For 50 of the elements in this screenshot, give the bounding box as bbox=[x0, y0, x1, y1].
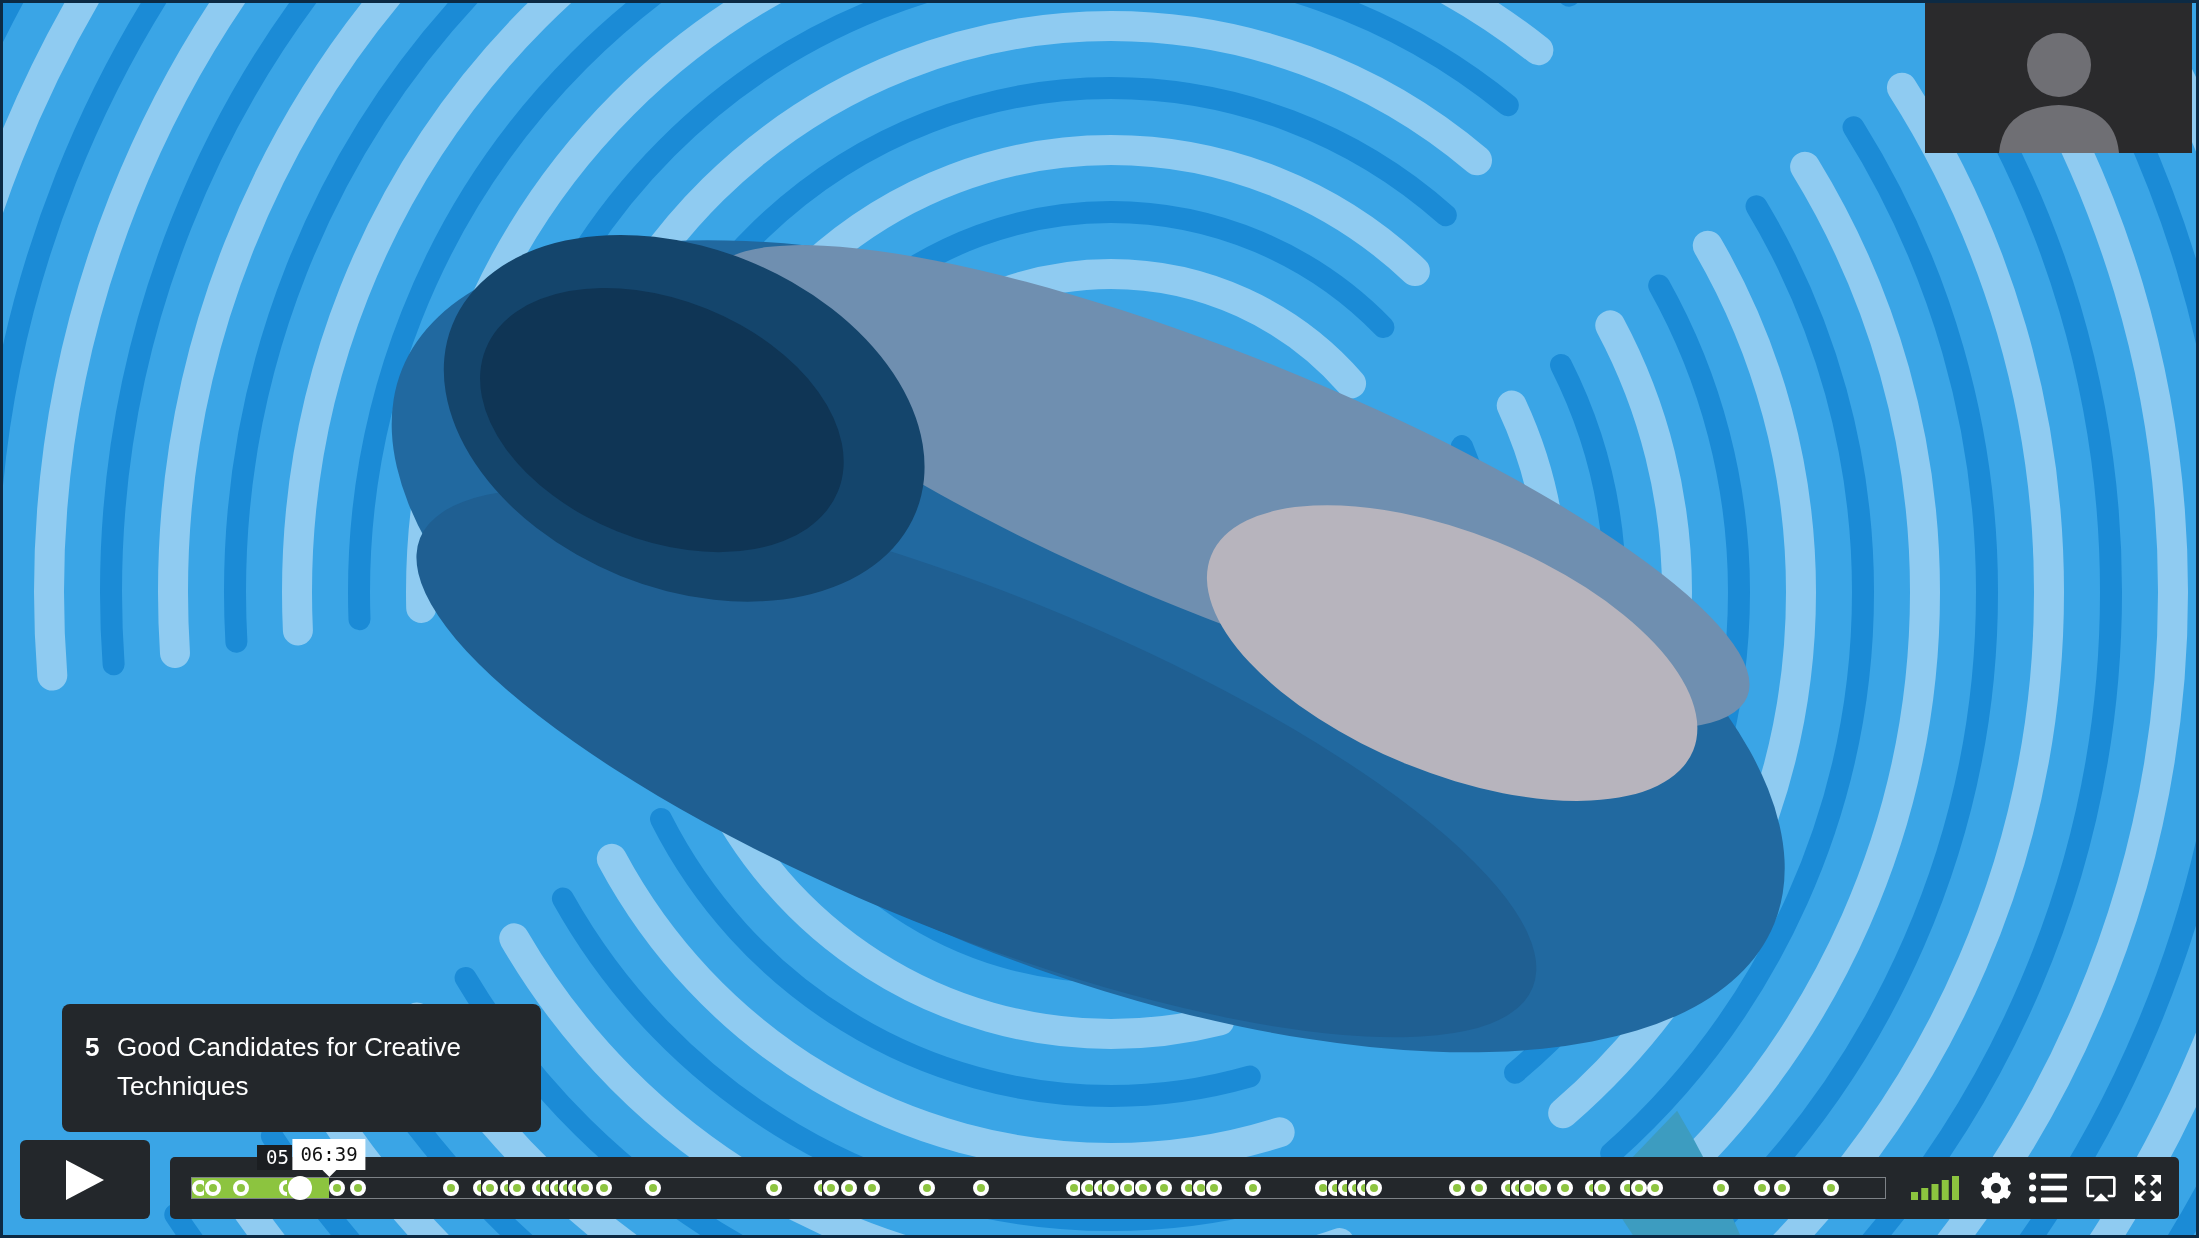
chapter-marker-icon[interactable] bbox=[1754, 1180, 1770, 1196]
chapter-marker-icon[interactable] bbox=[1520, 1180, 1534, 1196]
chapter-number: 5 bbox=[85, 1031, 101, 1064]
fullscreen-button[interactable] bbox=[2135, 1175, 2161, 1201]
chapter-marker-icon[interactable] bbox=[1471, 1180, 1487, 1196]
chapter-marker-icon[interactable] bbox=[1366, 1180, 1382, 1196]
fullscreen-icon bbox=[2135, 1175, 2161, 1201]
chapter-marker-icon[interactable] bbox=[1206, 1180, 1222, 1196]
chapter-marker-icon[interactable] bbox=[1647, 1180, 1663, 1196]
chapter-marker-icon[interactable] bbox=[1315, 1180, 1327, 1196]
chapter-marker-icon[interactable] bbox=[841, 1180, 857, 1196]
chapter-marker-icon[interactable] bbox=[577, 1180, 593, 1196]
chapter-marker-icon[interactable] bbox=[766, 1180, 782, 1196]
chapter-title: Good Candidates for Creative Techniques bbox=[117, 1031, 462, 1103]
playhead-handle[interactable] bbox=[288, 1176, 312, 1200]
chapter-marker-icon[interactable] bbox=[1535, 1180, 1551, 1196]
hover-time-tooltip: 06:39 bbox=[292, 1139, 366, 1177]
chapter-marker-icon[interactable] bbox=[1713, 1180, 1729, 1196]
settings-icon bbox=[1980, 1172, 2012, 1204]
chapter-marker-icon[interactable] bbox=[1594, 1180, 1610, 1196]
chapter-marker-icon[interactable] bbox=[509, 1180, 525, 1196]
chapter-marker-icon[interactable] bbox=[1156, 1180, 1172, 1196]
chapter-marker-icon[interactable] bbox=[482, 1180, 498, 1196]
chapter-marker-icon[interactable] bbox=[1081, 1180, 1093, 1196]
chapter-marker-icon[interactable] bbox=[864, 1180, 880, 1196]
chapter-marker-icon[interactable] bbox=[973, 1180, 989, 1196]
chapter-marker-icon[interactable] bbox=[596, 1180, 612, 1196]
chapter-marker-icon[interactable] bbox=[1135, 1180, 1151, 1196]
chapter-marker-icon[interactable] bbox=[1823, 1180, 1839, 1196]
chapter-marker-icon[interactable] bbox=[1449, 1180, 1465, 1196]
play-button[interactable] bbox=[20, 1140, 150, 1219]
chapter-marker-icon[interactable] bbox=[192, 1180, 204, 1196]
chapter-marker-icon[interactable] bbox=[1120, 1180, 1134, 1196]
chapter-marker-icon[interactable] bbox=[1774, 1180, 1790, 1196]
settings-button[interactable] bbox=[1980, 1172, 2012, 1204]
chapter-marker-icon[interactable] bbox=[823, 1180, 839, 1196]
chapter-marker-icon[interactable] bbox=[645, 1180, 661, 1196]
chapter-marker-icon[interactable] bbox=[1557, 1180, 1573, 1196]
chapter-marker-icon[interactable] bbox=[1631, 1180, 1647, 1196]
chapter-marker-icon[interactable] bbox=[1103, 1180, 1119, 1196]
chapter-marker-icon[interactable] bbox=[443, 1180, 459, 1196]
progress-track[interactable] bbox=[191, 1177, 1886, 1199]
chapter-marker-icon[interactable] bbox=[350, 1180, 366, 1196]
chapter-marker-icon[interactable] bbox=[329, 1180, 345, 1196]
chapter-marker-icon[interactable] bbox=[1245, 1180, 1261, 1196]
chapter-marker-icon[interactable] bbox=[1066, 1180, 1080, 1196]
chapter-marker-icon[interactable] bbox=[919, 1180, 935, 1196]
current-time-tooltip: 05 bbox=[257, 1145, 292, 1170]
chapter-marker-icon[interactable] bbox=[1193, 1180, 1205, 1196]
chapters-button[interactable] bbox=[2029, 1172, 2067, 1204]
